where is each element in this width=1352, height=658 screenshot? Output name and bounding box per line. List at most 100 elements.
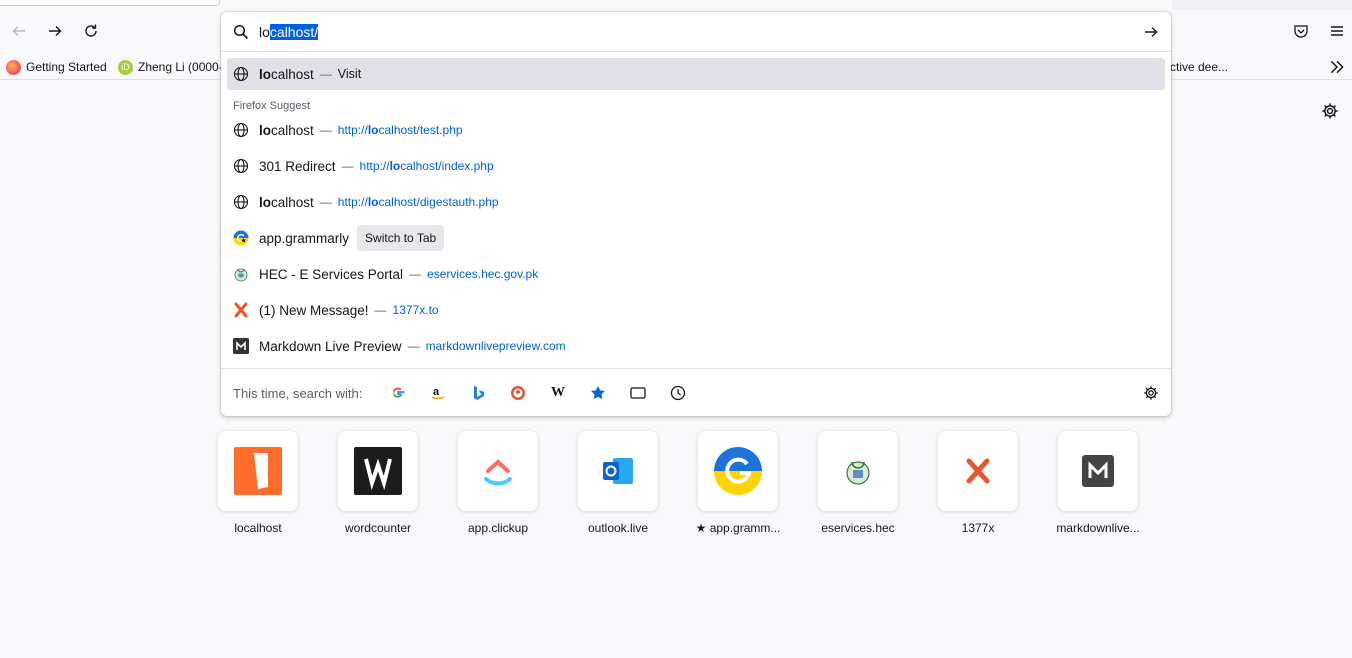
result-url: markdownlivepreview.com — [425, 339, 566, 353]
search-icon — [233, 24, 249, 40]
group-label: Firefox Suggest — [233, 100, 311, 112]
globe-icon — [233, 158, 249, 174]
top-site-tile[interactable]: outlook.live — [578, 431, 658, 535]
result-title: HEC - E Services Portal — [259, 266, 404, 282]
markdown-icon — [233, 338, 249, 354]
1377x-favicon — [938, 431, 1018, 511]
tab-strip — [1172, 0, 1352, 10]
switch-to-tab-button[interactable]: Switch to Tab — [357, 225, 445, 251]
back-button[interactable] — [4, 16, 34, 46]
bookmarks-star-icon[interactable] — [588, 383, 608, 403]
arrow-left-icon — [12, 26, 25, 36]
wordcounter-icon — [354, 447, 402, 495]
result-row[interactable]: localhost — http://localhost/digestauth.… — [227, 186, 1165, 218]
firefox-icon — [6, 59, 21, 75]
globe-icon — [233, 194, 249, 210]
url-text[interactable]: localhost/ — [259, 23, 319, 41]
tile-label: outlook.live — [587, 521, 649, 535]
svg-text:a: a — [433, 386, 440, 398]
top-site-tile[interactable]: localhost — [218, 431, 298, 535]
search-with-label: This time, search with: — [233, 386, 363, 401]
1377x-icon — [966, 458, 990, 484]
result-row[interactable]: localhost — http://localhost/test.php — [227, 114, 1165, 146]
urlbar-popup: localhost/ localhost — Visit Firefox Sug… — [221, 12, 1171, 416]
tile-label: localhost — [234, 521, 282, 535]
tab-edge — [0, 0, 220, 6]
result-url: eservices.hec.gov.pk — [427, 267, 539, 281]
forward-button[interactable] — [40, 16, 70, 46]
menu-button[interactable] — [1322, 16, 1352, 46]
result-separator: — — [319, 123, 332, 137]
url-typed: lo — [259, 24, 270, 40]
globe-icon — [233, 122, 249, 138]
grammarly-favicon — [698, 431, 778, 511]
markdown-icon — [1082, 455, 1114, 487]
bookmark-zheng-li[interactable]: iD Zheng Li (0000- — [118, 57, 223, 77]
pocket-button[interactable] — [1286, 16, 1316, 46]
hamburger-menu-icon — [1331, 26, 1343, 36]
tile-label: markdownlive... — [1056, 521, 1140, 535]
clickup-favicon — [458, 431, 538, 511]
result-title: localhost — [259, 66, 314, 82]
reload-button[interactable] — [76, 16, 106, 46]
bookmark-overflow-item[interactable]: ctive dee... — [1170, 57, 1228, 77]
go-arrow-icon[interactable] — [1143, 24, 1159, 40]
result-url: 1377x.to — [392, 303, 439, 317]
history-clock-icon[interactable] — [668, 383, 688, 403]
tile-label-text: app.gramm... — [709, 521, 781, 535]
gear-icon[interactable] — [1321, 102, 1339, 120]
duckduckgo-icon[interactable] — [508, 383, 528, 403]
result-separator: — — [409, 267, 422, 281]
amazon-icon[interactable]: a — [428, 383, 448, 403]
pocket-icon — [1294, 25, 1308, 38]
outlook-icon — [603, 458, 633, 484]
result-separator: — — [374, 303, 387, 317]
bookmark-getting-started[interactable]: Getting Started — [6, 57, 107, 77]
result-title: localhost — [259, 194, 314, 210]
result-separator: — — [407, 339, 420, 353]
result-title: 301 Redirect — [259, 158, 336, 174]
markdown-favicon — [1058, 431, 1138, 511]
hec-favicon — [818, 431, 898, 511]
top-site-tile[interactable]: markdownlive... — [1056, 431, 1140, 535]
result-row[interactable]: 301 Redirect — http://localhost/index.ph… — [227, 150, 1165, 182]
result-separator: — — [341, 159, 354, 173]
top-site-tile[interactable]: eservices.hec — [818, 431, 898, 535]
outlook-favicon — [578, 431, 658, 511]
orcid-icon: iD — [118, 59, 133, 75]
1377x-icon — [233, 302, 249, 318]
result-url: http://localhost/index.php — [359, 159, 494, 173]
tile-label: eservices.hec — [821, 521, 895, 535]
search-settings-gear-icon[interactable] — [1143, 385, 1159, 401]
result-row-switch-tab[interactable]: app.grammarly Switch to Tab — [227, 222, 1165, 254]
hec-icon — [846, 461, 870, 485]
result-separator: — — [319, 195, 332, 209]
result-row[interactable]: (1) New Message! — 1377x.to — [227, 294, 1165, 326]
top-site-tile[interactable]: 1377x — [938, 431, 1018, 535]
result-title: Markdown Live Preview — [259, 338, 402, 354]
top-site-tile[interactable]: wordcounter — [338, 431, 418, 535]
tabs-icon[interactable] — [628, 383, 648, 403]
tile-label: 1377x — [961, 521, 995, 535]
url-input[interactable]: localhost/ — [221, 12, 1171, 52]
result-title: app.grammarly — [259, 230, 350, 246]
bing-icon[interactable] — [468, 383, 488, 403]
wikipedia-icon[interactable]: W — [548, 383, 568, 403]
url-autofill-selection: calhost/ — [269, 24, 319, 40]
result-title: (1) New Message! — [259, 302, 369, 318]
localhost-favicon — [218, 431, 298, 511]
chevron-double-right-icon[interactable] — [1328, 58, 1346, 76]
top-site-tile[interactable]: app.clickup — [458, 431, 538, 535]
result-row[interactable]: Markdown Live Preview — markdownliveprev… — [227, 330, 1165, 362]
result-row[interactable]: HEC - E Services Portal — eservices.hec.… — [227, 258, 1165, 290]
wordcounter-favicon — [338, 431, 418, 511]
result-url: http://localhost/digestauth.php — [337, 195, 499, 209]
grammarly-icon — [233, 230, 249, 246]
clickup-icon — [484, 459, 512, 486]
one-off-search-bar: This time, search with: a W — [221, 368, 1171, 416]
result-url: http://localhost/test.php — [337, 123, 463, 137]
top-site-tile[interactable]: ★ app.gramm... — [696, 431, 780, 535]
arrow-right-icon — [49, 26, 62, 36]
google-icon[interactable] — [388, 383, 408, 403]
result-heuristic[interactable]: localhost — Visit — [227, 58, 1165, 90]
